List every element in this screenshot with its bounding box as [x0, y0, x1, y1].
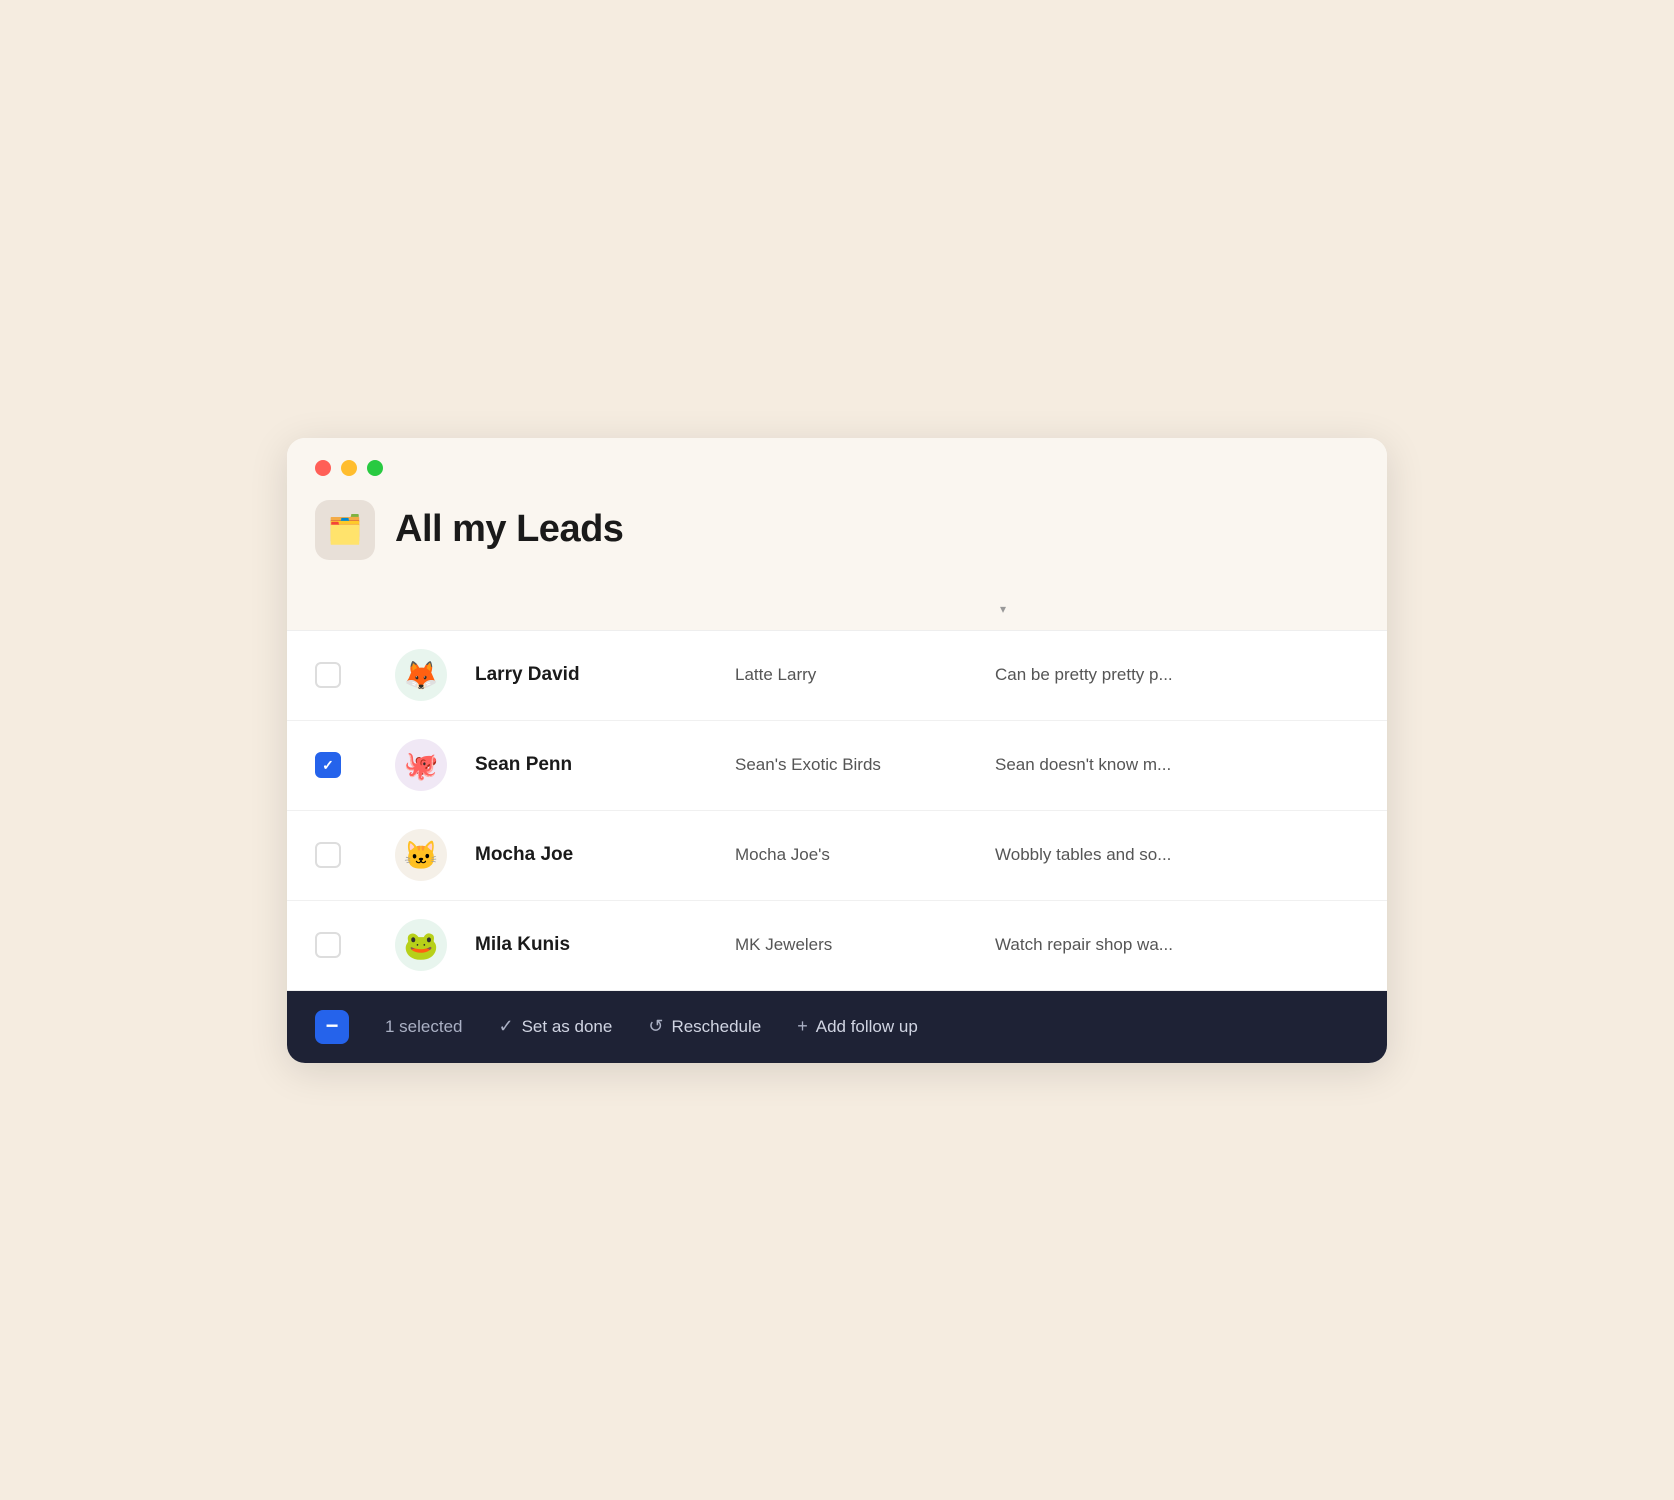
reschedule-icon: ↺ [648, 1016, 663, 1037]
col-header-company [735, 602, 995, 616]
octopus-icon: 🐙 [404, 749, 439, 782]
chevron-down-icon: ▾ [1000, 602, 1006, 616]
avatar: 🐸 [395, 919, 447, 971]
lead-company: Mocha Joe's [735, 845, 995, 865]
lead-company: Sean's Exotic Birds [735, 755, 995, 775]
col-header-name [475, 602, 735, 616]
minimize-button[interactable] [341, 460, 357, 476]
title-bar: 🗂️ All my Leads [287, 438, 1387, 588]
lead-name: Sean Penn [475, 754, 735, 776]
col-header-description[interactable]: ▾ [995, 602, 1359, 616]
lead-description: Wobbly tables and so... [995, 845, 1359, 865]
table-row: 🐸 Mila Kunis MK Jewelers Watch repair sh… [287, 901, 1387, 991]
table-row: 🐱 Mocha Joe Mocha Joe's Wobbly tables an… [287, 811, 1387, 901]
add-follow-up-button[interactable]: + Add follow up [797, 1016, 918, 1037]
lead-company: Latte Larry [735, 665, 995, 685]
row-checkbox-sean[interactable] [315, 752, 341, 778]
avatar: 🦊 [395, 649, 447, 701]
table-row: 🦊 Larry David Latte Larry Can be pretty … [287, 631, 1387, 721]
lead-name: Mila Kunis [475, 934, 735, 956]
lead-company: MK Jewelers [735, 935, 995, 955]
page-title: All my Leads [395, 508, 623, 551]
set-as-done-label: Set as done [522, 1017, 613, 1037]
reschedule-button[interactable]: ↺ Reschedule [648, 1016, 761, 1037]
briefcase-icon: 🗂️ [328, 513, 363, 546]
header-icon: 🗂️ [315, 500, 375, 560]
checkmark-icon: ✓ [499, 1016, 514, 1037]
traffic-lights [315, 460, 1359, 476]
reschedule-label: Reschedule [671, 1017, 761, 1037]
row-checkbox-mila[interactable] [315, 932, 341, 958]
main-window: 🗂️ All my Leads ▾ 🦊 [287, 438, 1387, 1063]
selected-count: 1 selected [385, 1017, 463, 1037]
fox-icon: 🦊 [404, 659, 439, 692]
action-bar: 1 selected ✓ Set as done ↺ Reschedule + … [287, 991, 1387, 1063]
leads-table: ▾ 🦊 Larry David Latte Larry Can be prett… [287, 588, 1387, 991]
table-row: 🐙 Sean Penn Sean's Exotic Birds Sean doe… [287, 721, 1387, 811]
close-button[interactable] [315, 460, 331, 476]
cat-icon: 🐱 [404, 839, 439, 872]
page-header: 🗂️ All my Leads [315, 500, 1359, 588]
avatar: 🐙 [395, 739, 447, 791]
row-checkbox-mocha[interactable] [315, 842, 341, 868]
maximize-button[interactable] [367, 460, 383, 476]
table-header: ▾ [287, 588, 1387, 631]
set-as-done-button[interactable]: ✓ Set as done [499, 1016, 613, 1037]
add-follow-up-label: Add follow up [816, 1017, 918, 1037]
lead-description: Sean doesn't know m... [995, 755, 1359, 775]
avatar: 🐱 [395, 829, 447, 881]
deselect-button[interactable] [315, 1010, 349, 1044]
lead-name: Mocha Joe [475, 844, 735, 866]
lead-name: Larry David [475, 664, 735, 686]
lead-description: Watch repair shop wa... [995, 935, 1359, 955]
frog-icon: 🐸 [404, 929, 439, 962]
lead-description: Can be pretty pretty p... [995, 665, 1359, 685]
row-checkbox-larry[interactable] [315, 662, 341, 688]
plus-icon: + [797, 1016, 808, 1037]
